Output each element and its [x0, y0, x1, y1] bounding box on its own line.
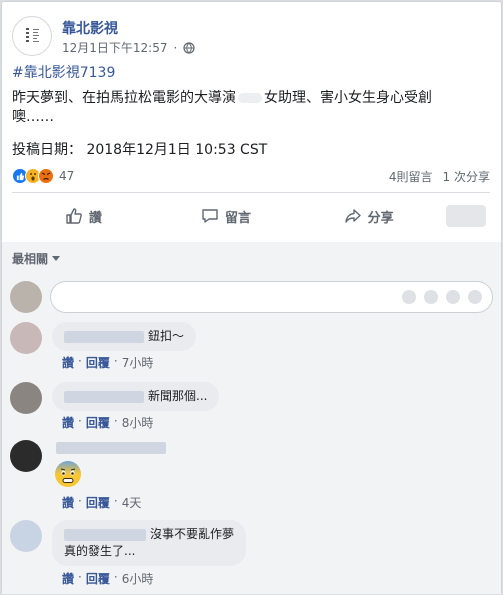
comment-reply-link[interactable]: 回覆 [86, 570, 110, 587]
commenter-name[interactable] [64, 330, 144, 343]
reaction-count[interactable]: 47 [59, 169, 74, 183]
comment-bubble: 沒事不要亂作夢 真的發生了... [52, 520, 247, 566]
post-timestamp[interactable]: 12月1日下午12:57 [62, 39, 168, 56]
user-avatar [10, 281, 42, 313]
commenter-name[interactable] [64, 390, 144, 403]
comment-like-link[interactable]: 讚 [62, 494, 74, 511]
like-button[interactable]: 讚 [12, 207, 155, 226]
camera-icon[interactable] [424, 290, 438, 304]
dot-separator: · [78, 414, 82, 428]
comment-text: 鈕扣～ [148, 329, 185, 343]
stats-right: 4則留言 1 次分享 [389, 168, 490, 185]
comment-time[interactable]: 4天 [122, 494, 142, 511]
caret-down-icon [52, 255, 61, 261]
redacted-text [238, 93, 262, 103]
comments-section: 最相關 鈕扣～ 讚 · 回覆 · 7小時 新聞那個... 讚 · 回覆 · 8小… [2, 242, 501, 594]
dot-separator: · [173, 40, 178, 55]
share-as-avatar[interactable] [446, 205, 487, 227]
share-label: 分享 [367, 210, 394, 226]
gif-icon[interactable] [446, 290, 460, 304]
sticker-icon[interactable] [468, 290, 482, 304]
comment-reply-link[interactable]: 回覆 [86, 354, 110, 371]
emoji-picker-icon[interactable] [402, 290, 416, 304]
commenter-avatar[interactable] [10, 440, 42, 472]
comment-reply-link[interactable]: 回覆 [86, 414, 110, 431]
dot-separator: · [113, 494, 118, 508]
hashtag-link[interactable]: #靠北影視7139 [12, 64, 492, 83]
comment-filter-dropdown[interactable]: 最相關 [12, 250, 61, 267]
filter-label: 最相關 [12, 252, 49, 266]
page-logo-icon [26, 28, 39, 42]
comment-label: 留言 [225, 210, 252, 226]
comment-count[interactable]: 4則留言 [389, 168, 433, 185]
anxious-face-emoji-icon [55, 461, 81, 487]
divider [12, 192, 490, 193]
post-text-part2: 女助理、害小女生身心受創 [264, 90, 432, 106]
dot-separator: · [113, 354, 118, 368]
dot-separator: · [113, 570, 118, 584]
commenter-avatar[interactable] [10, 520, 42, 552]
comment-like-link[interactable]: 讚 [62, 414, 74, 431]
post-text-part1: 昨天夢到、在拍馬拉松電影的大導演 [12, 90, 236, 106]
comment-button[interactable]: 留言 [155, 207, 298, 226]
comment-time[interactable]: 7小時 [122, 354, 154, 371]
share-count[interactable]: 1 次分享 [443, 168, 490, 185]
thumbs-up-icon [66, 208, 82, 224]
post-card: 靠北影視 12月1日下午12:57 · #靠北影視7139 昨天夢到、在拍馬拉松… [1, 1, 502, 594]
comment-like-link[interactable]: 讚 [62, 354, 74, 371]
comment-reply-link[interactable]: 回覆 [86, 494, 110, 511]
commenter-name[interactable] [64, 528, 146, 541]
comment-text: 沒事不要亂作夢 [150, 527, 235, 541]
comment-actions: 讚 · 回覆 · 8小時 [62, 414, 153, 431]
post-meta: 12月1日下午12:57 · [62, 39, 195, 56]
comment-bubble: 新聞那個... [52, 382, 220, 411]
comment-text-line2: 真的發生了... [64, 544, 136, 558]
reaction-icons[interactable] [12, 168, 54, 184]
comment-actions: 讚 · 回覆 · 4天 [62, 494, 141, 511]
comment-time[interactable]: 8小時 [122, 414, 154, 431]
dot-separator: · [113, 414, 118, 428]
post-date: 投稿日期： 2018年12月1日 10:53 CST [12, 142, 268, 158]
speech-bubble-icon [202, 209, 218, 223]
post-text-part3: 噢…… [12, 109, 54, 125]
dot-separator: · [78, 570, 82, 584]
post-stats: 47 4則留言 1 次分享 [12, 165, 490, 187]
share-button[interactable]: 分享 [297, 207, 440, 226]
globe-icon[interactable] [183, 41, 195, 54]
post-header: 靠北影視 12月1日下午12:57 · [12, 12, 492, 60]
post-text: 昨天夢到、在拍馬拉松電影的大導演 女助理、害小女生身心受創 噢…… [12, 89, 492, 127]
comment-input[interactable] [50, 281, 493, 313]
action-bar: 讚 留言 分享 [12, 200, 490, 232]
comment-time[interactable]: 6小時 [122, 570, 154, 587]
comment-bubble: 鈕扣～ [52, 322, 197, 351]
comment-actions: 讚 · 回覆 · 7小時 [62, 354, 153, 371]
angry-reaction-icon [38, 168, 54, 184]
comment-actions: 讚 · 回覆 · 6小時 [62, 570, 153, 587]
commenter-avatar[interactable] [10, 322, 42, 354]
comment-composer [10, 280, 493, 314]
page-name[interactable]: 靠北影視 [62, 18, 118, 38]
page-avatar[interactable] [12, 16, 52, 56]
commenter-name[interactable] [56, 442, 166, 454]
dot-separator: · [78, 354, 82, 368]
post-body: #靠北影視7139 昨天夢到、在拍馬拉松電影的大導演 女助理、害小女生身心受創 噢… [12, 64, 492, 160]
share-arrow-icon [344, 209, 361, 223]
comment-like-link[interactable]: 讚 [62, 570, 74, 587]
commenter-avatar[interactable] [10, 382, 42, 414]
like-label: 讚 [88, 210, 102, 226]
dot-separator: · [78, 494, 82, 508]
comment-text: 新聞那個... [148, 389, 208, 403]
